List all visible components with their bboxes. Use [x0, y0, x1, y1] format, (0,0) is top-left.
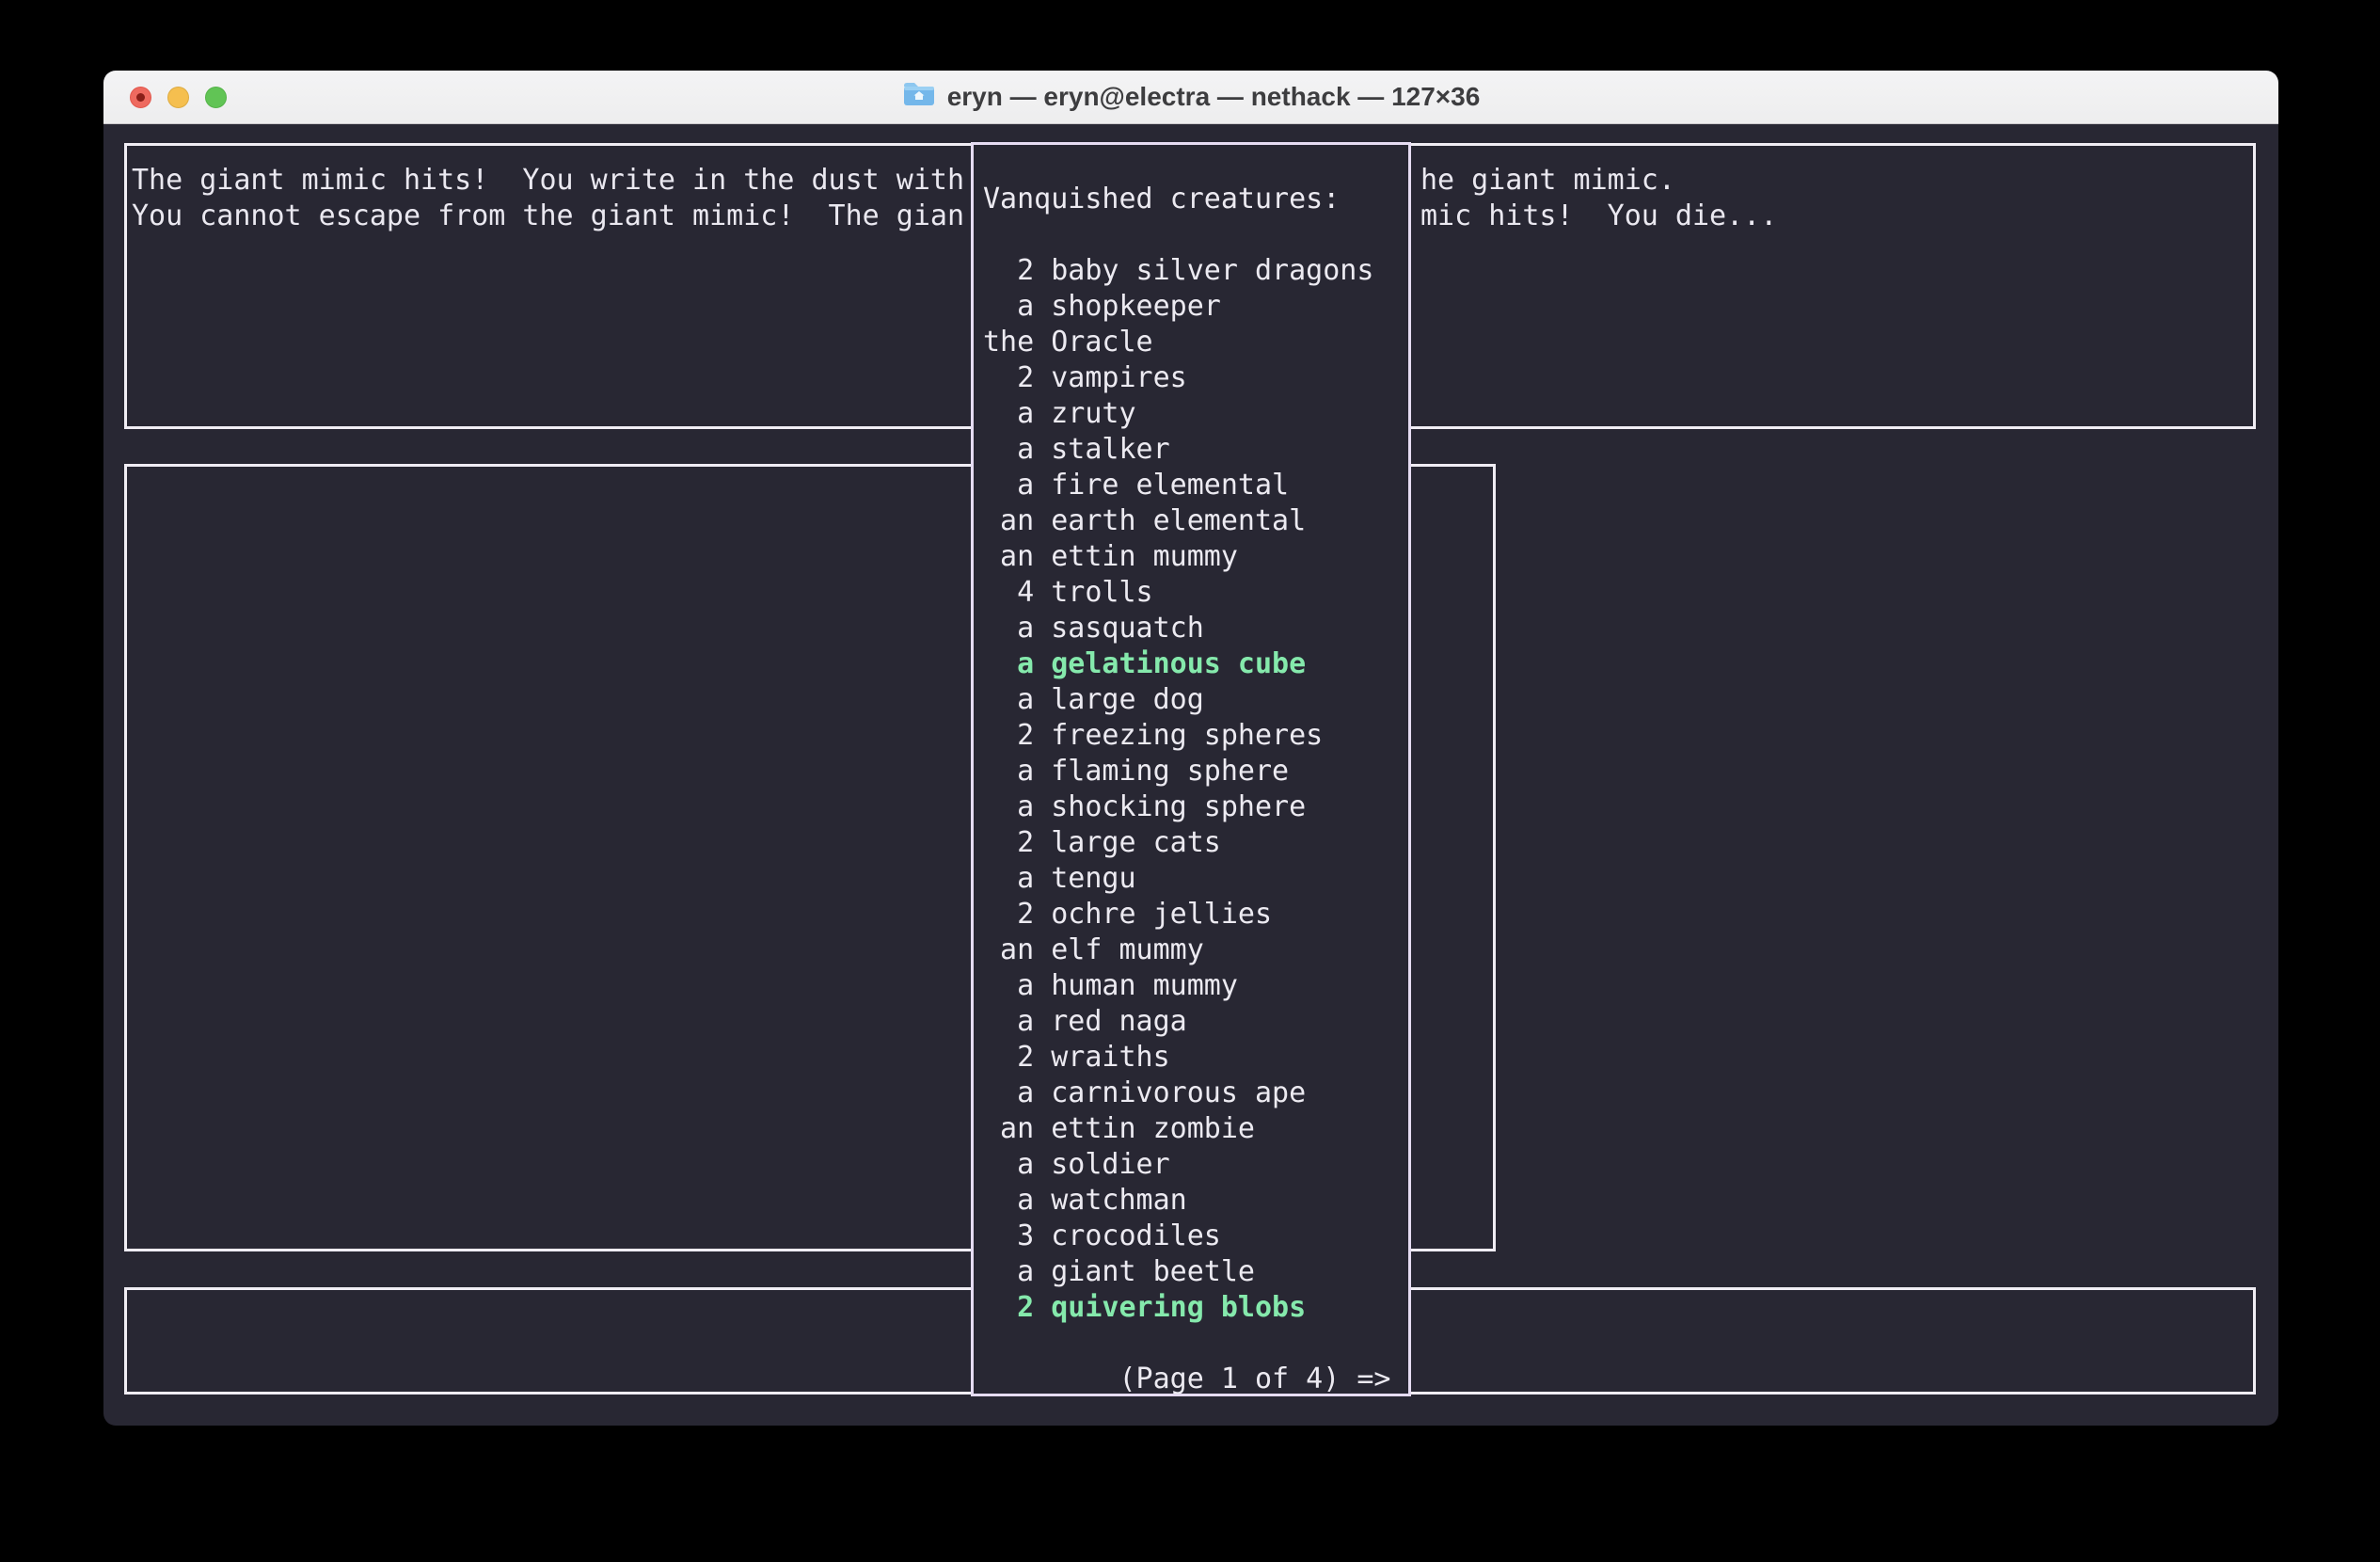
menu-item: a gelatinous cube: [983, 646, 1390, 682]
menu-item: a stalker: [983, 432, 1390, 468]
menu-item: 2 baby silver dragons: [983, 253, 1390, 289]
terminal-window: eryn — eryn@electra — nethack — 127×36 T…: [103, 71, 2278, 1426]
folder-icon: [902, 80, 936, 115]
menu-title: Vanquished creatures:: [983, 182, 1390, 217]
menu-blank: [983, 217, 1390, 253]
message-line-2-left: You cannot escape from the giant mimic! …: [132, 199, 964, 232]
vanquished-creatures-panel: Vanquished creatures: 2 baby silver drag…: [971, 142, 1411, 1396]
titlebar[interactable]: eryn — eryn@electra — nethack — 127×36: [103, 71, 2278, 124]
menu-pager: (Page 1 of 4) =>: [983, 1362, 1390, 1397]
menu-item: a tengu: [983, 861, 1390, 897]
window-title-text: eryn — eryn@electra — nethack — 127×36: [947, 82, 1481, 112]
message-text-right: he giant mimic. mic hits! You die...: [1420, 163, 1777, 234]
menu-item: a watchman: [983, 1183, 1390, 1219]
terminal-screen[interactable]: The giant mimic hits! You write in the d…: [103, 123, 2278, 1426]
minimize-button[interactable]: [167, 87, 189, 108]
menu-item: an ettin mummy: [983, 539, 1390, 575]
message-line-1-right: he giant mimic.: [1420, 164, 1675, 197]
menu-item: a soldier: [983, 1147, 1390, 1183]
menu-item: an earth elemental: [983, 503, 1390, 539]
menu-blank: [983, 1326, 1390, 1362]
menu-item: a fire elemental: [983, 468, 1390, 503]
menu-item: a shocking sphere: [983, 789, 1390, 825]
menu-item: 2 quivering blobs: [983, 1290, 1390, 1326]
menu-item: 2 freezing spheres: [983, 718, 1390, 754]
menu-item: a flaming sphere: [983, 754, 1390, 789]
zoom-button[interactable]: [205, 87, 227, 108]
menu-item: 4 trolls: [983, 575, 1390, 611]
menu-item: the Oracle: [983, 325, 1390, 360]
menu-item: 2 ochre jellies: [983, 897, 1390, 932]
menu-item: 2 large cats: [983, 825, 1390, 861]
menu-item: a human mummy: [983, 968, 1390, 1004]
message-line-1-left: The giant mimic hits! You write in the d…: [132, 164, 964, 197]
vanquished-menu-lines: Vanquished creatures: 2 baby silver drag…: [983, 182, 1390, 1397]
window-title: eryn — eryn@electra — nethack — 127×36: [902, 80, 1481, 115]
close-button[interactable]: [130, 87, 151, 108]
menu-item: a giant beetle: [983, 1254, 1390, 1290]
window-controls: [130, 87, 227, 108]
message-text-left: The giant mimic hits! You write in the d…: [132, 163, 964, 234]
message-line-2-right: mic hits! You die...: [1420, 199, 1777, 232]
menu-item: a carnivorous ape: [983, 1076, 1390, 1111]
menu-item: 3 crocodiles: [983, 1219, 1390, 1254]
menu-item: an ettin zombie: [983, 1111, 1390, 1147]
menu-item: a zruty: [983, 396, 1390, 432]
menu-item: a shopkeeper: [983, 289, 1390, 325]
menu-item: a large dog: [983, 682, 1390, 718]
menu-item: a red naga: [983, 1004, 1390, 1040]
menu-item: 2 wraiths: [983, 1040, 1390, 1076]
desktop: { "window": { "title": "eryn — eryn@elec…: [0, 0, 2380, 1562]
menu-item: 2 vampires: [983, 360, 1390, 396]
menu-item: a sasquatch: [983, 611, 1390, 646]
menu-item: an elf mummy: [983, 932, 1390, 968]
